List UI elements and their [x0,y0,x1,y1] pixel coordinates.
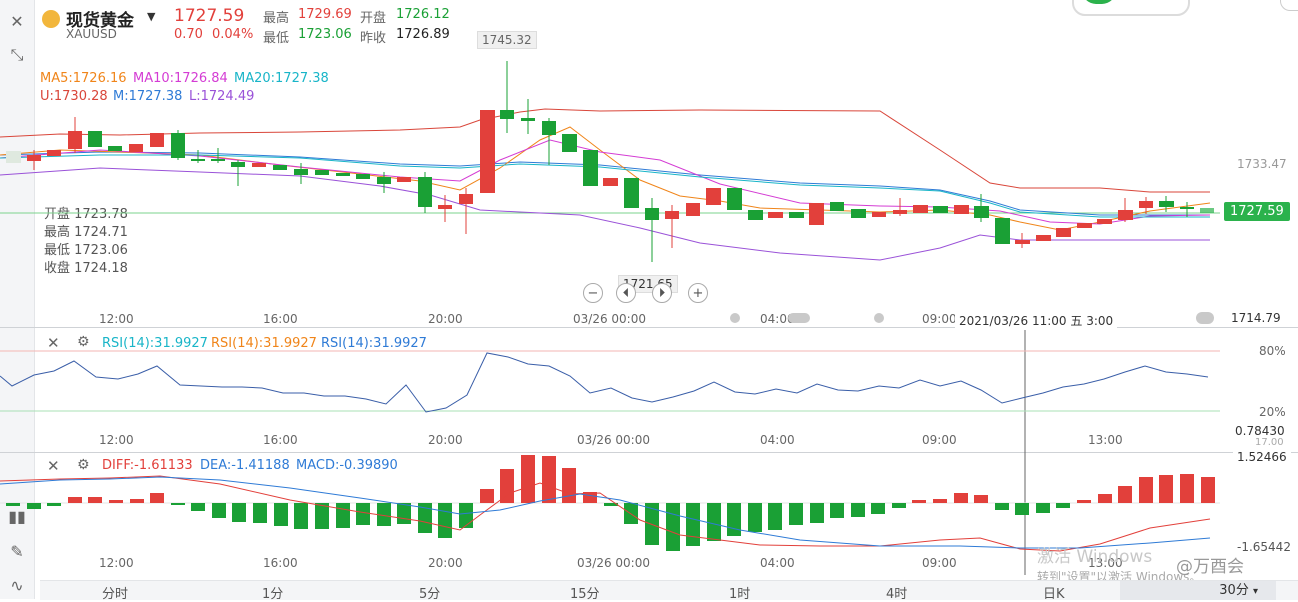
tab-30min[interactable]: 30分 ▾ [1120,581,1276,600]
x-label: 16:00 [263,312,298,326]
event-marker-icon[interactable] [874,313,884,323]
x-label: 09:00 [922,433,957,447]
current-price-tag: 1727.59 [1224,202,1290,221]
x-label: 04:00 [760,433,795,447]
windows-activation-watermark: 激活 Windows [1037,547,1153,567]
x-label: 09:00 [922,556,957,570]
tab-1min[interactable]: 1分 [262,583,283,602]
x-label: 12:00 [99,556,134,570]
event-marker-icon[interactable] [788,313,810,323]
settings-icon[interactable]: ⚙ [77,334,90,350]
scroll-left-button[interactable]: ⏴ [616,283,636,303]
x-label: 16:00 [263,433,298,447]
x-label: 13:00 [1088,433,1123,447]
macd-bottom-value: -1.65442 [1237,540,1291,554]
axis-bottom-value: 1714.79 [1227,310,1285,326]
x-label: 12:00 [99,312,134,326]
macd-diff-label: DIFF:-1.61133 [102,458,193,473]
tab-30min-label: 30分 [1219,583,1249,598]
rsi-level-high: 80% [1259,344,1286,358]
settings-icon[interactable]: ⚙ [77,457,90,473]
x-label: 09:00 [922,312,957,326]
rsi-label-2: RSI(14):31.9927 [211,336,317,351]
x-label: 03/26 00:00 [577,433,650,447]
tab-1hour[interactable]: 1时 [729,583,750,602]
period-tab-bar: 分时 1分 5分 15分 1时 4时 日K 30分 ▾ [40,580,1298,602]
x-label: 20:00 [428,433,463,447]
candles [6,61,1214,262]
price-chart[interactable] [0,0,1298,599]
x-label: 16:00 [263,556,298,570]
x-label: 20:00 [428,556,463,570]
tab-5min[interactable]: 5分 [419,583,440,602]
macd-top-value: 1.52466 [1233,449,1291,465]
macd-value-label: MACD:-0.39890 [296,458,398,473]
rsi-label-3: RSI(14):31.9927 [321,336,427,351]
x-label: 20:00 [428,312,463,326]
peak-price-label: 1745.32 [477,31,537,49]
chevron-down-icon: ▾ [1252,586,1258,597]
crosshair-time-label: 2021/03/26 11:00 五 3:00 [955,311,1118,330]
tab-15min[interactable]: 15分 [570,583,600,602]
rsi-right-partial: 17.00 [1255,437,1284,448]
scroll-right-button[interactable]: ⏵ [652,283,672,303]
x-label: 03/26 00:00 [577,556,650,570]
x-label: 03/26 00:00 [573,312,646,326]
rsi-level-low: 20% [1259,405,1286,419]
x-label: 04:00 [760,556,795,570]
close-icon[interactable]: ✕ [47,334,60,352]
close-icon[interactable]: ✕ [47,457,60,475]
right-level-label: 1733.47 [1237,157,1287,171]
x-label: 12:00 [99,433,134,447]
tab-timeshare[interactable]: 分时 [102,583,128,602]
macd-dea-label: DEA:-1.41188 [200,458,290,473]
event-marker-icon[interactable] [730,313,740,323]
zoom-in-button[interactable]: + [688,283,708,303]
zoom-out-button[interactable]: − [583,283,603,303]
author-watermark: @万酉会 [1176,557,1244,577]
tab-4hour[interactable]: 4时 [886,583,907,602]
event-marker-icon[interactable] [1196,312,1214,324]
tab-daily[interactable]: 日K [1043,583,1065,602]
rsi-label-1: RSI(14):31.9927 [102,336,208,351]
